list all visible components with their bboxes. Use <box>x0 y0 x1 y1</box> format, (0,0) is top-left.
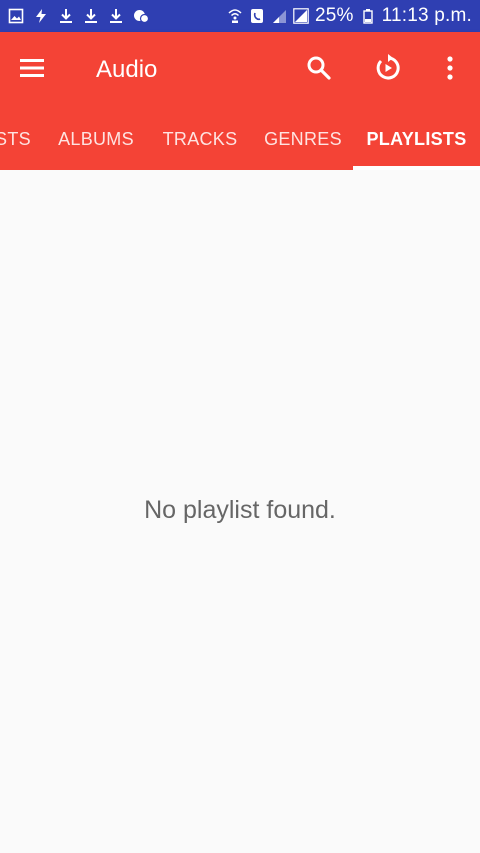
status-bar-notifications <box>0 8 149 24</box>
tab-label: PLAYLISTS <box>366 128 467 149</box>
tab-genres[interactable]: GENRES <box>256 108 350 170</box>
tab-label: GENRES <box>264 128 342 149</box>
replay-button[interactable] <box>366 48 410 92</box>
tab-artists[interactable]: STS <box>0 108 34 170</box>
more-options-button[interactable] <box>428 48 472 92</box>
sim-icon <box>249 8 265 24</box>
download-icon <box>83 8 99 24</box>
tab-label: TRACKS <box>162 128 238 149</box>
download-icon <box>108 8 124 24</box>
status-bar: 25% 11:13 p.m. <box>0 0 480 32</box>
tab-bar: STS ALBUMS TRACKS GENRES PLAYLISTS <box>0 108 480 170</box>
search-button[interactable] <box>297 48 341 92</box>
flash-icon <box>33 8 49 24</box>
replay-icon <box>374 53 402 87</box>
battery-percentage: 25% <box>314 5 354 26</box>
tab-label: STS <box>0 128 31 149</box>
search-icon <box>305 54 333 87</box>
toolbar: Audio <box>0 32 480 108</box>
chat-icon <box>133 8 149 24</box>
status-time: 11:13 p.m. <box>381 5 472 26</box>
page-title: Audio <box>96 56 158 83</box>
tab-tracks[interactable]: TRACKS <box>152 108 248 170</box>
signal-icon <box>293 8 309 24</box>
tab-albums[interactable]: ALBUMS <box>46 108 146 170</box>
battery-icon <box>360 8 376 24</box>
gallery-icon <box>8 8 24 24</box>
download-icon <box>58 8 74 24</box>
status-bar-system: 25% 11:13 p.m. <box>227 5 480 27</box>
playlist-list: No playlist found. <box>0 170 480 853</box>
app-bar: Audio STS ALBUMS TRACKS GENRES PLAYLISTS <box>0 32 480 170</box>
menu-button[interactable] <box>10 48 54 92</box>
tab-label: ALBUMS <box>58 128 134 149</box>
more-vert-icon <box>436 54 464 87</box>
tab-playlists[interactable]: PLAYLISTS <box>353 108 480 170</box>
empty-state-message: No playlist found. <box>144 496 336 524</box>
wifi-call-icon <box>227 8 243 24</box>
menu-icon <box>18 54 46 87</box>
signal-icon <box>271 8 287 24</box>
